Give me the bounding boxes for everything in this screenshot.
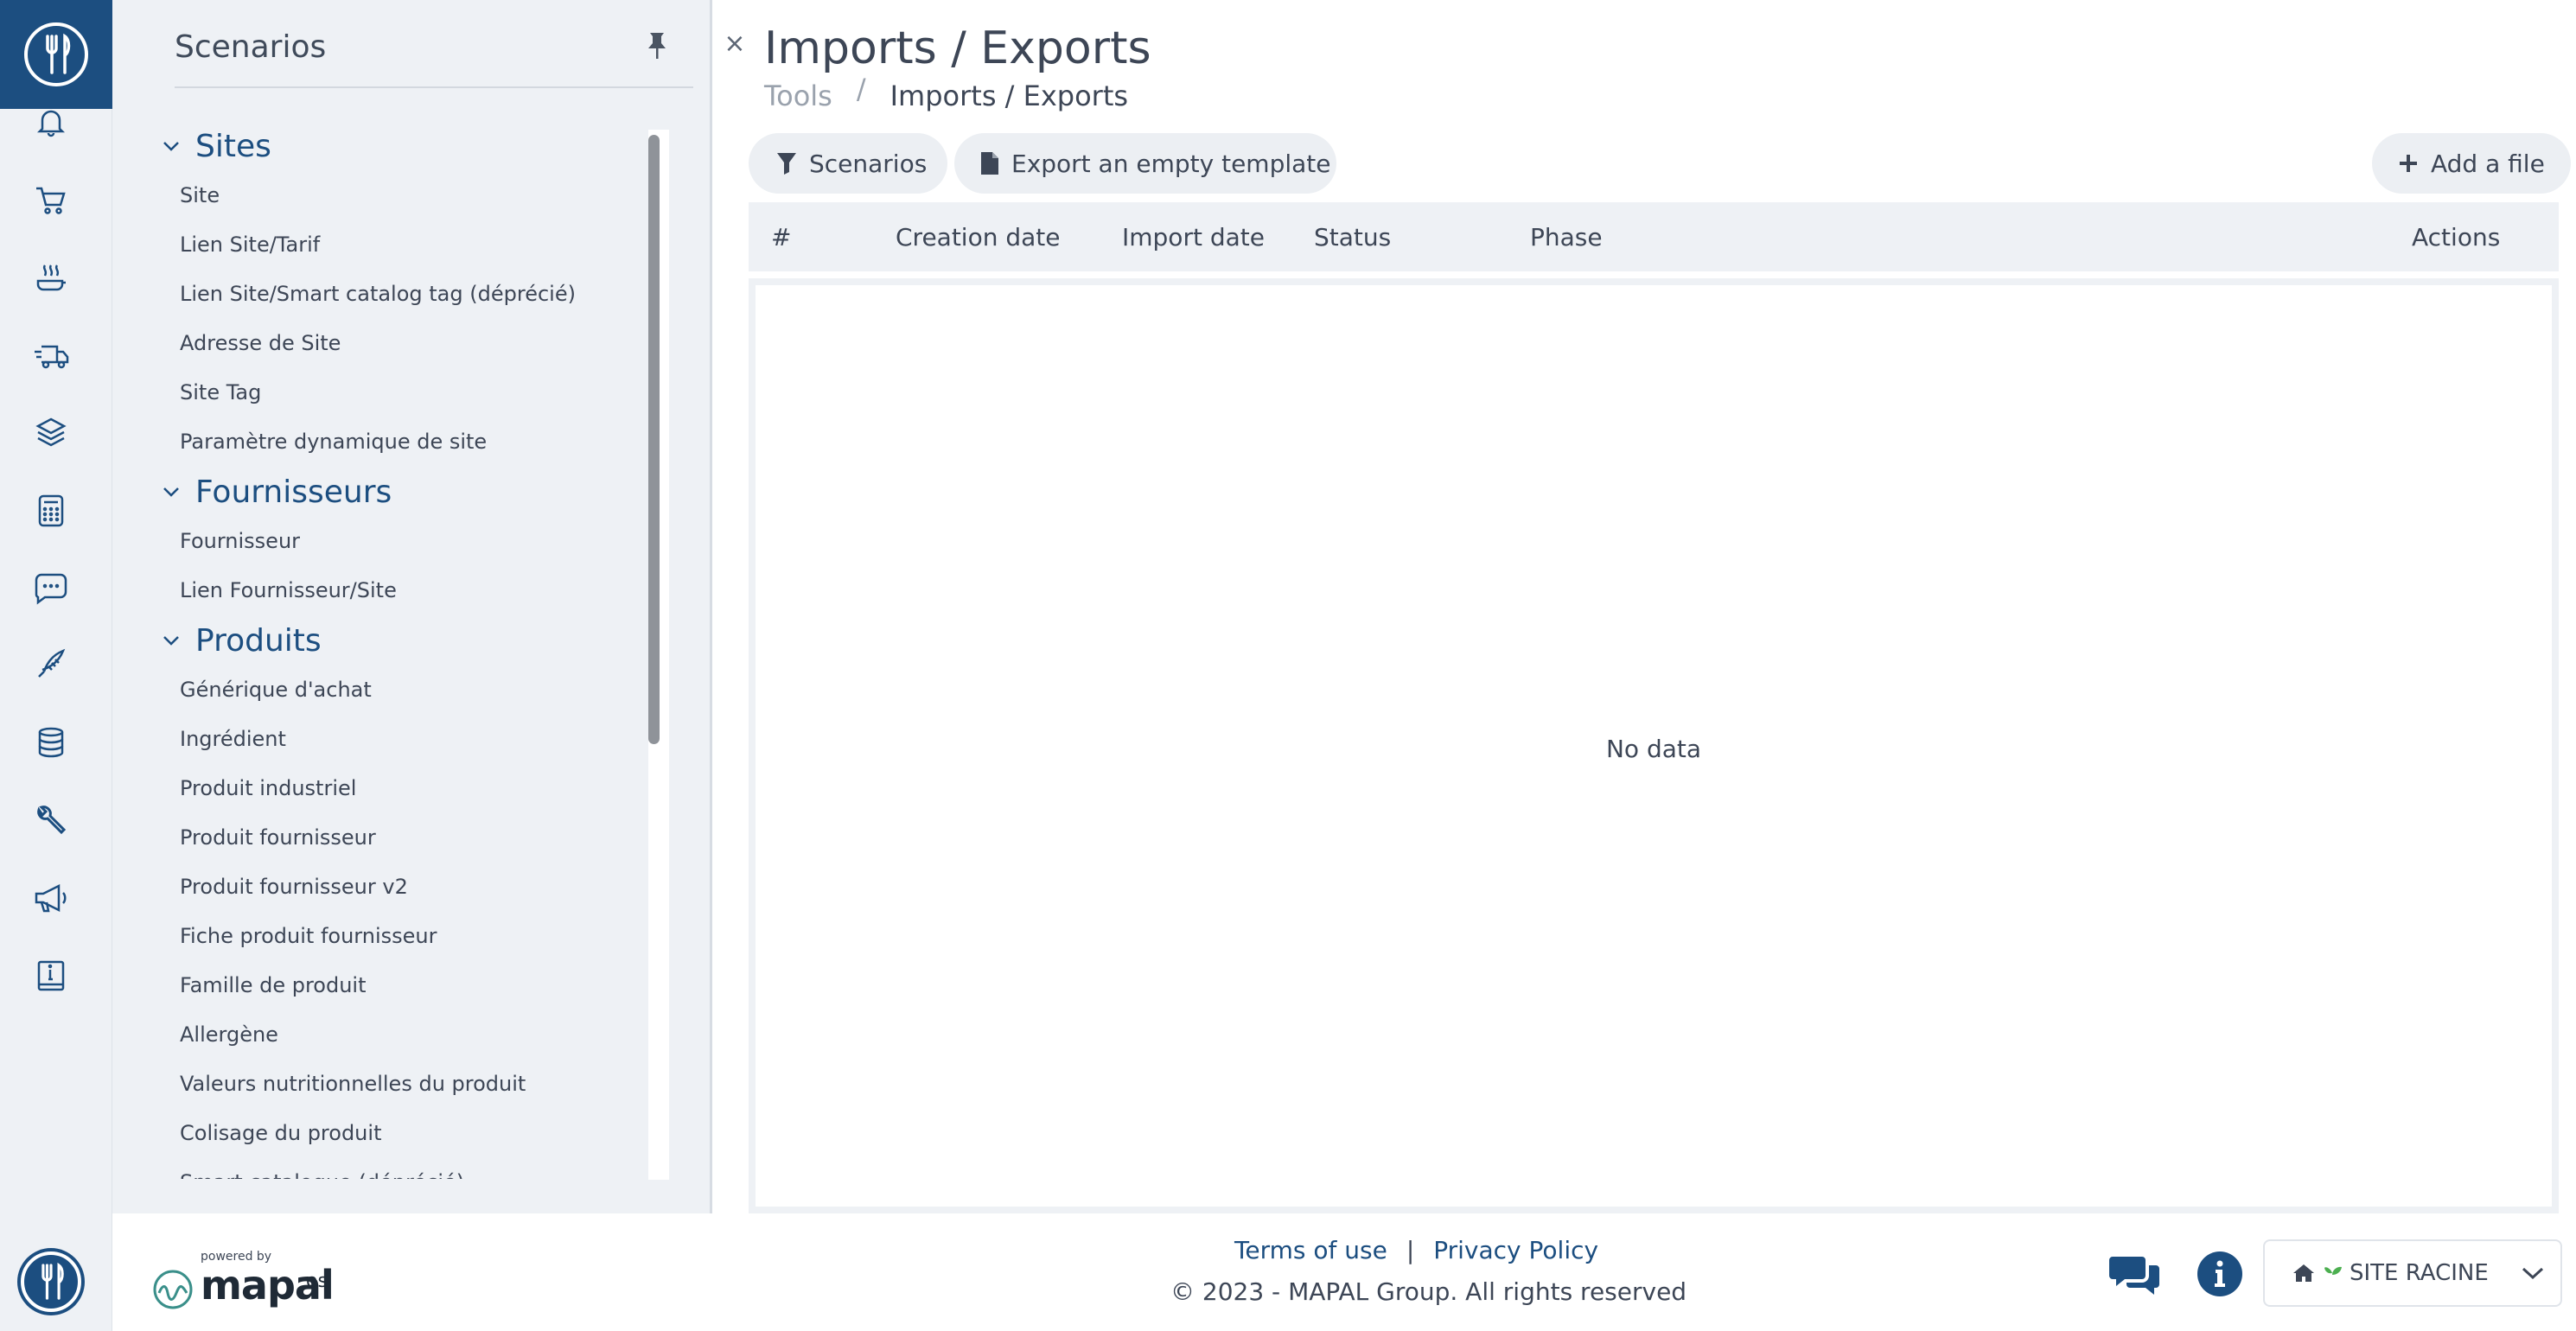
scenario-group-label: Produits xyxy=(195,622,322,659)
filter-icon xyxy=(777,153,796,175)
info-icon[interactable] xyxy=(2197,1251,2242,1296)
mapal-wave-icon xyxy=(153,1270,193,1309)
bell-icon[interactable] xyxy=(33,104,69,140)
chevron-down-icon[interactable] xyxy=(156,129,195,163)
scenario-item[interactable]: Site Tag xyxy=(156,368,650,417)
column-header-status[interactable]: Status xyxy=(1314,223,1391,252)
footer: powered by mapal os Terms of use | Priva… xyxy=(112,1213,2576,1331)
brand-suffix: os xyxy=(306,1270,328,1292)
scenario-item[interactable]: Allergène xyxy=(156,1010,650,1060)
layers-icon[interactable] xyxy=(33,415,69,451)
table-header: # Creation date Import date Status Phase… xyxy=(749,202,2559,271)
scenario-group-fournisseurs[interactable]: Fournisseurs xyxy=(156,467,650,517)
scenario-item[interactable]: Produit fournisseur xyxy=(156,813,650,863)
close-icon[interactable]: × xyxy=(722,31,748,57)
user-avatar[interactable] xyxy=(21,1251,81,1312)
scenario-item[interactable]: Lien Site/Tarif xyxy=(156,220,650,270)
icon-rail xyxy=(0,0,112,1331)
chat-support-icon[interactable] xyxy=(2109,1251,2161,1300)
scenario-item[interactable]: Valeurs nutritionnelles du produit xyxy=(156,1060,650,1109)
scenario-group-label: Fournisseurs xyxy=(195,474,392,510)
breadcrumb-current: Imports / Exports xyxy=(889,80,1129,112)
app-logo[interactable] xyxy=(0,0,112,109)
scenario-group-label: Sites xyxy=(195,128,271,164)
dish-icon[interactable] xyxy=(33,259,69,296)
scrollbar-thumb[interactable] xyxy=(648,135,660,744)
site-selector[interactable]: SITE RACINE xyxy=(2263,1239,2562,1307)
footer-divider: | xyxy=(1406,1236,1415,1264)
scenario-item[interactable]: Site xyxy=(156,171,650,220)
column-header-phase[interactable]: Phase xyxy=(1530,223,1603,252)
chevron-down-icon[interactable] xyxy=(156,474,195,509)
home-icon xyxy=(2293,1264,2314,1282)
scenario-item[interactable]: Famille de produit xyxy=(156,961,650,1010)
panel-title: Scenarios xyxy=(175,29,327,65)
scenario-item[interactable]: Paramètre dynamique de site xyxy=(156,417,650,467)
breadcrumb-tools[interactable]: Tools xyxy=(764,80,832,112)
export-template-label: Export an empty template xyxy=(1011,149,1331,178)
scenario-item[interactable]: Ingrédient xyxy=(156,715,650,764)
scenario-item[interactable]: Colisage du produit xyxy=(156,1109,650,1158)
scenario-item[interactable]: Lien Fournisseur/Site xyxy=(156,566,650,615)
truck-icon[interactable] xyxy=(33,337,69,373)
scenario-item[interactable]: Fournisseur xyxy=(156,517,650,566)
export-template-button[interactable]: Export an empty template xyxy=(954,133,1336,194)
powered-by-logo: powered by mapal os xyxy=(152,1250,335,1310)
info-book-icon[interactable] xyxy=(33,958,69,994)
scenario-group-produits[interactable]: Produits xyxy=(156,615,650,666)
megaphone-icon[interactable] xyxy=(33,880,69,916)
scenario-item[interactable]: Adresse de Site xyxy=(156,319,650,368)
scenarios-filter-label: Scenarios xyxy=(809,149,928,178)
table-body: No data xyxy=(749,278,2559,1213)
column-header-number[interactable]: # xyxy=(771,223,791,252)
scenarios-filter-button[interactable]: Scenarios xyxy=(749,133,947,194)
scenario-item[interactable]: Smart catalogue (déprécié) xyxy=(156,1158,650,1179)
page-title: Imports / Exports xyxy=(764,22,1151,74)
file-icon xyxy=(981,152,998,175)
footer-links: Terms of use | Privacy Policy xyxy=(1234,1236,1598,1264)
chevron-down-icon[interactable] xyxy=(156,623,195,658)
breadcrumb: Tools / Imports / Exports xyxy=(764,73,1129,112)
cart-icon[interactable] xyxy=(33,182,69,218)
plus-icon xyxy=(2400,155,2417,172)
scenario-list: Sites Site Lien Site/Tarif Lien Site/Smart … xyxy=(156,121,650,1179)
breadcrumb-separator: / xyxy=(856,73,866,105)
scenario-item[interactable]: Produit industriel xyxy=(156,764,650,813)
column-header-import-date[interactable]: Import date xyxy=(1122,223,1265,252)
scenario-item[interactable]: Générique d'achat xyxy=(156,666,650,715)
scenarios-panel: Scenarios × Sites Site Lien Site/Tarif Lien… xyxy=(112,0,746,1213)
pin-icon[interactable] xyxy=(640,29,674,64)
empty-state-text: No data xyxy=(1605,735,1702,763)
database-icon[interactable] xyxy=(33,724,69,761)
calculator-icon[interactable] xyxy=(33,493,69,529)
site-selector-label: SITE RACINE xyxy=(2350,1260,2489,1286)
scenario-item[interactable]: Produit fournisseur v2 xyxy=(156,863,650,912)
wrench-icon[interactable] xyxy=(33,802,69,838)
column-header-actions: Actions xyxy=(2412,223,2501,252)
scenario-group-sites[interactable]: Sites xyxy=(156,121,650,171)
chevron-down-icon xyxy=(2522,1267,2543,1280)
fork-knife-logo-icon xyxy=(24,22,88,86)
terms-of-use-link[interactable]: Terms of use xyxy=(1234,1236,1387,1264)
scenario-item[interactable]: Fiche produit fournisseur xyxy=(156,912,650,961)
copyright-text: © 2023 - MAPAL Group. All rights reserve… xyxy=(1170,1277,1687,1306)
fish-icon[interactable] xyxy=(33,646,69,683)
panel-header: Scenarios × xyxy=(175,29,746,88)
fork-knife-logo-icon xyxy=(21,1251,81,1312)
scenario-item[interactable]: Lien Site/Smart catalog tag (déprécié) xyxy=(156,270,650,319)
privacy-policy-link[interactable]: Privacy Policy xyxy=(1433,1236,1598,1264)
add-file-label: Add a file xyxy=(2431,149,2545,178)
sprout-icon xyxy=(2324,1266,2342,1282)
chat-bubble-icon[interactable] xyxy=(33,570,69,607)
add-file-button[interactable]: Add a file xyxy=(2372,133,2571,194)
column-header-creation-date[interactable]: Creation date xyxy=(896,223,1061,252)
